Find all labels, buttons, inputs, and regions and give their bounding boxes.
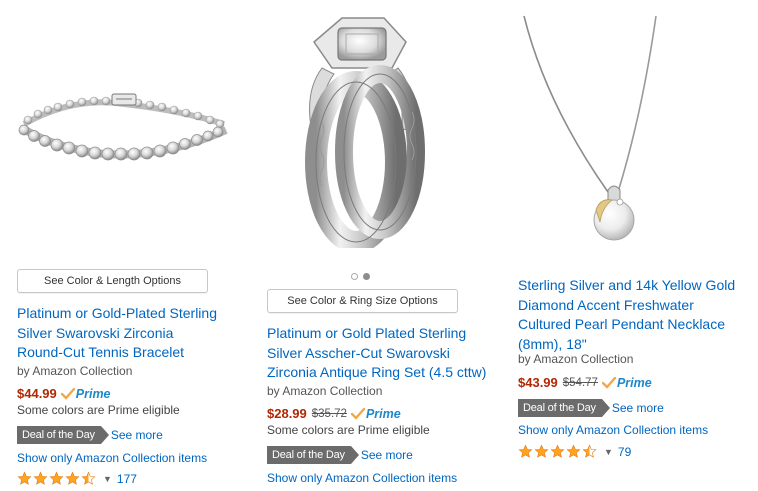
title-line: Platinum or Gold-Plated Sterling — [17, 305, 217, 321]
product-title-link[interactable]: Platinum or Gold Plated Sterling Silver … — [267, 324, 499, 383]
byline: by Amazon Collection — [518, 352, 634, 366]
carousel-dot-active[interactable] — [363, 273, 370, 280]
deal-row: Deal of the Day See more — [518, 399, 664, 417]
star-rating[interactable] — [17, 471, 97, 486]
product-title-link[interactable]: Sterling Silver and 14k Yellow Gold Diam… — [518, 276, 758, 354]
star-icon — [518, 444, 533, 458]
prime-eligible-note: Some colors are Prime eligible — [267, 423, 430, 437]
prime-badge: Prime — [60, 386, 111, 401]
show-only-brand-link[interactable]: Show only Amazon Collection items — [518, 423, 708, 437]
review-count[interactable]: 79 — [618, 445, 631, 459]
review-count[interactable]: 177 — [117, 472, 137, 486]
star-icon — [534, 444, 549, 458]
title-line: Sterling Silver and 14k Yellow Gold — [518, 277, 736, 293]
bracelet-product-image[interactable] — [14, 86, 234, 168]
caret-down-icon[interactable]: ▼ — [103, 474, 112, 484]
prime-check-icon — [60, 387, 75, 400]
price-row: $44.99 Prime — [17, 386, 111, 401]
product-title-link[interactable]: Platinum or Gold-Plated Sterling Silver … — [17, 304, 247, 363]
prime-check-icon — [350, 407, 365, 420]
see-more-link[interactable]: See more — [612, 401, 664, 415]
list-price: $54.77 — [562, 376, 598, 389]
show-only-brand-link[interactable]: Show only Amazon Collection items — [267, 471, 457, 485]
title-line: Cultured Pearl Pendant Necklace — [518, 316, 726, 332]
byline: by Amazon Collection — [17, 364, 133, 378]
star-icon — [550, 444, 565, 458]
pearl-necklace-product-image[interactable] — [516, 14, 666, 254]
see-more-link[interactable]: See more — [361, 448, 413, 462]
deal-row: Deal of the Day See more — [267, 446, 413, 464]
caret-down-icon[interactable]: ▼ — [604, 447, 613, 457]
price-row: $43.99 $54.77 Prime — [518, 375, 652, 390]
prime-label: Prime — [365, 406, 401, 421]
byline: by Amazon Collection — [267, 384, 383, 398]
title-line: Platinum or Gold Plated Sterling — [267, 325, 467, 341]
prime-check-icon — [601, 376, 616, 389]
half-star-icon — [582, 444, 597, 458]
ring-set-product-image[interactable] — [294, 12, 434, 248]
half-star-icon — [81, 471, 96, 485]
prime-eligible-note: Some colors are Prime eligible — [17, 403, 180, 417]
carousel-dot[interactable] — [351, 273, 358, 280]
prime-label: Prime — [616, 375, 652, 390]
price: $43.99 — [518, 375, 558, 390]
color-length-options-button[interactable]: See Color & Length Options — [17, 269, 208, 293]
rating-row: ▼ 79 — [518, 444, 631, 459]
title-line: Zirconia Antique Ring Set (4.5 cttw) — [267, 364, 487, 380]
star-icon — [65, 471, 80, 485]
color-ring-size-options-button[interactable]: See Color & Ring Size Options — [267, 289, 458, 313]
see-more-link[interactable]: See more — [111, 428, 163, 442]
star-icon — [566, 444, 581, 458]
prime-badge: Prime — [350, 406, 401, 421]
title-line: Silver Swarovski Zirconia — [17, 324, 174, 341]
rating-row: ▼ 177 — [17, 471, 137, 486]
price: $44.99 — [17, 386, 57, 401]
title-line: Round-Cut Tennis Bracelet — [17, 344, 185, 360]
show-only-brand-link[interactable]: Show only Amazon Collection items — [17, 451, 207, 465]
list-price: $35.72 — [311, 407, 347, 420]
star-icon — [49, 471, 64, 485]
star-icon — [33, 471, 48, 485]
title-line: Diamond Accent Freshwater — [518, 296, 694, 313]
star-icon — [17, 471, 32, 485]
deal-of-the-day-badge: Deal of the Day — [518, 399, 610, 417]
deal-of-the-day-badge: Deal of the Day — [17, 426, 109, 444]
price-row: $28.99 $35.72 Prime — [267, 406, 401, 421]
deal-of-the-day-badge: Deal of the Day — [267, 446, 359, 464]
title-line: Silver Asscher-Cut Swarovski — [267, 344, 450, 361]
image-carousel-dots — [351, 273, 375, 280]
prime-label: Prime — [75, 386, 111, 401]
deal-row: Deal of the Day See more — [17, 426, 163, 444]
prime-badge: Prime — [601, 375, 652, 390]
price: $28.99 — [267, 406, 307, 421]
star-rating[interactable] — [518, 444, 598, 459]
